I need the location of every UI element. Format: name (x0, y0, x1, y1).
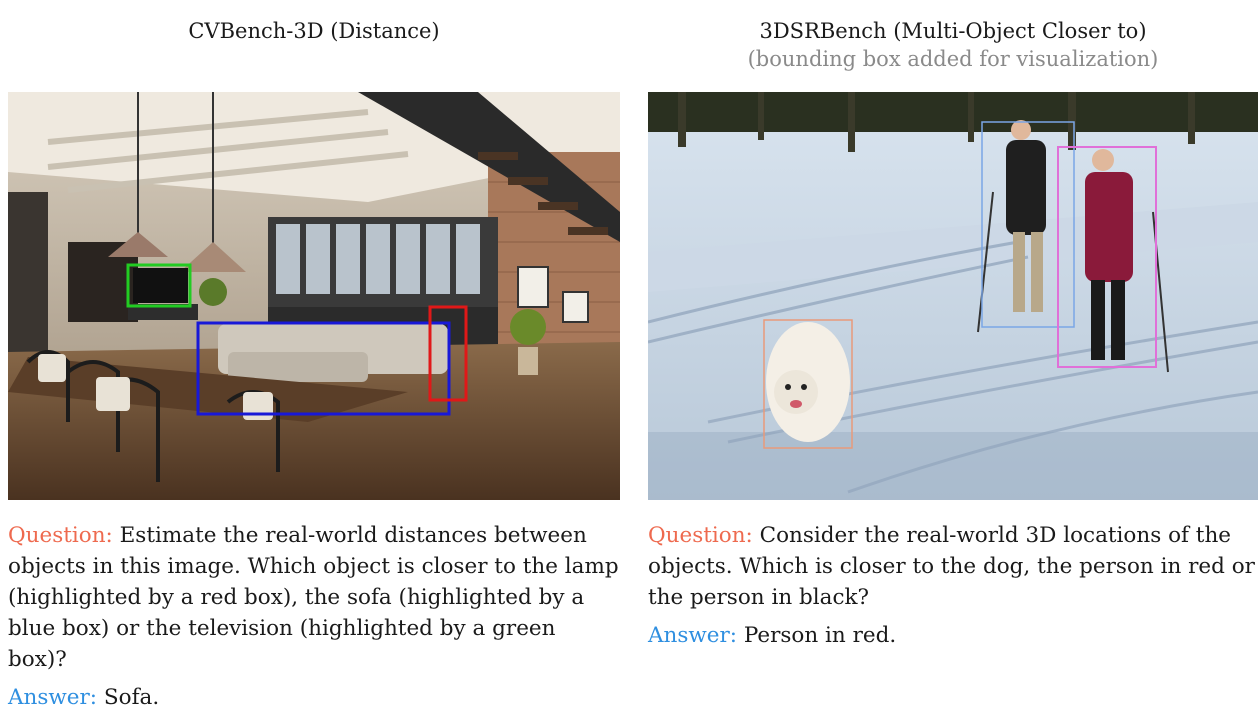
living-room-image (8, 92, 620, 500)
ski-scene-image (648, 92, 1258, 500)
answer-label: Answer: (8, 685, 98, 710)
panel-subtitle: (bounding box added for visualization) (747, 47, 1159, 71)
question-label: Question: (648, 523, 753, 548)
answer-text: Person in red. (737, 623, 897, 648)
question: Question: Estimate the real-world distan… (8, 520, 620, 675)
question: Question: Consider the real-world 3D loc… (648, 520, 1258, 613)
answer-label: Answer: (648, 623, 738, 648)
qa-block: Question: Estimate the real-world distan… (8, 520, 620, 713)
answer-text: Sofa. (97, 685, 160, 710)
qa-block: Question: Consider the real-world 3D loc… (648, 520, 1258, 651)
panel-title: 3DSRBench (Multi-Object Closer to) (759, 19, 1147, 43)
answer: Answer: Sofa. (8, 682, 620, 713)
panel-title: CVBench-3D (Distance) (188, 19, 440, 43)
question-label: Question: (8, 523, 113, 548)
answer: Answer: Person in red. (648, 620, 1258, 651)
